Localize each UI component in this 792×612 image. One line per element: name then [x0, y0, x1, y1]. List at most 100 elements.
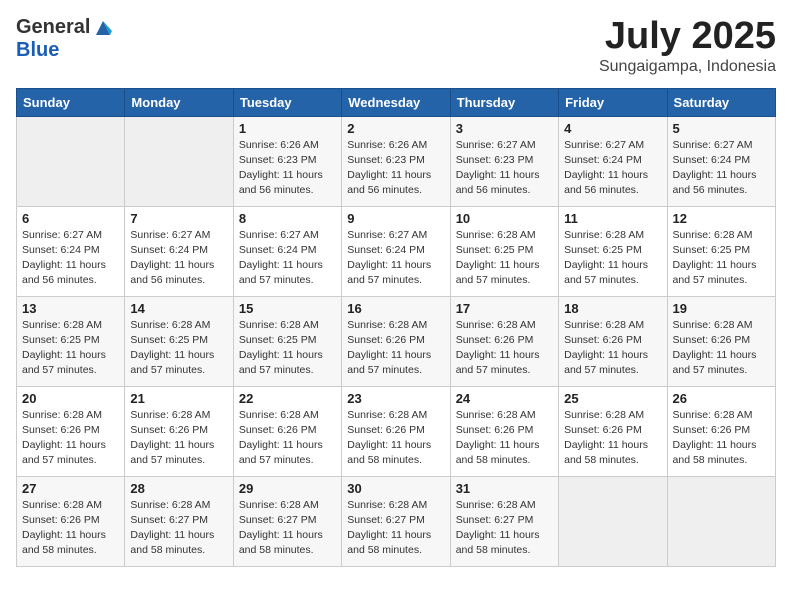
calendar-cell: 26Sunrise: 6:28 AMSunset: 6:26 PMDayligh… — [667, 386, 775, 476]
calendar-cell: 25 Sunrise: 6:28 AMSunset: 6:26 PMDayligh… — [559, 386, 667, 476]
day-number: 14 — [130, 301, 227, 316]
calendar-cell: 31Sunrise: 6:28 AMSunset: 6:27 PMDayligh… — [450, 476, 558, 566]
day-info: Sunrise: 6:27 AMSunset: 6:24 PMDaylight:… — [239, 228, 336, 289]
day-number: 9 — [347, 211, 444, 226]
weekday-header-wednesday: Wednesday — [342, 88, 450, 116]
day-number: 12 — [673, 211, 770, 226]
calendar-cell: 19 Sunrise: 6:28 AMSunset: 6:26 PMDayligh… — [667, 296, 775, 386]
weekday-header-saturday: Saturday — [667, 88, 775, 116]
day-number: 29 — [239, 481, 336, 496]
calendar-cell: 21Sunrise: 6:28 AMSunset: 6:26 PMDayligh… — [125, 386, 233, 476]
calendar-cell: 28 Sunrise: 6:28 AMSunset: 6:27 PMDayligh… — [125, 476, 233, 566]
day-info: Sunrise: 6:28 AMSunset: 6:26 PMDaylight:… — [564, 318, 661, 379]
day-number: 7 — [130, 211, 227, 226]
logo-blue-text: Blue — [16, 39, 59, 61]
day-number: 30 — [347, 481, 444, 496]
day-info: Sunrise: 6:28 AMSunset: 6:26 PMDaylight:… — [22, 498, 119, 559]
calendar-cell: 1Sunrise: 6:26 AMSunset: 6:23 PMDaylight… — [233, 116, 341, 206]
day-info: Sunrise: 6:28 AMSunset: 6:25 PMDaylight:… — [130, 318, 227, 379]
day-info: Sunrise: 6:28 AMSunset: 6:26 PMDaylight:… — [673, 408, 770, 469]
calendar-cell: 11 Sunrise: 6:28 AMSunset: 6:25 PMDayligh… — [559, 206, 667, 296]
day-info: Sunrise: 6:28 AMSunset: 6:26 PMDaylight:… — [456, 318, 553, 379]
month-title: July 2025 — [599, 16, 776, 58]
weekday-header-friday: Friday — [559, 88, 667, 116]
day-number: 19 — [673, 301, 770, 316]
calendar-cell: 29 Sunrise: 6:28 AMSunset: 6:27 PMDayligh… — [233, 476, 341, 566]
day-info: Sunrise: 6:27 AMSunset: 6:24 PMDaylight:… — [673, 138, 770, 199]
calendar-cell: 22Sunrise: 6:28 AMSunset: 6:26 PMDayligh… — [233, 386, 341, 476]
calendar-cell — [667, 476, 775, 566]
calendar-cell: 17 Sunrise: 6:28 AMSunset: 6:26 PMDayligh… — [450, 296, 558, 386]
day-info: Sunrise: 6:28 AMSunset: 6:26 PMDaylight:… — [673, 318, 770, 379]
day-number: 10 — [456, 211, 553, 226]
day-info: Sunrise: 6:27 AMSunset: 6:24 PMDaylight:… — [22, 228, 119, 289]
day-info: Sunrise: 6:27 AMSunset: 6:24 PMDaylight:… — [130, 228, 227, 289]
day-number: 28 — [130, 481, 227, 496]
calendar-cell — [125, 116, 233, 206]
day-info: Sunrise: 6:28 AMSunset: 6:25 PMDaylight:… — [673, 228, 770, 289]
weekday-header-row: SundayMondayTuesdayWednesdayThursdayFrid… — [17, 88, 776, 116]
page-header: General Blue July 2025 Sungaigampa, Indo… — [16, 16, 776, 76]
day-info: Sunrise: 6:28 AMSunset: 6:27 PMDaylight:… — [456, 498, 553, 559]
weekday-header-monday: Monday — [125, 88, 233, 116]
day-info: Sunrise: 6:28 AMSunset: 6:26 PMDaylight:… — [347, 318, 444, 379]
title-block: July 2025 Sungaigampa, Indonesia — [599, 16, 776, 76]
day-info: Sunrise: 6:28 AMSunset: 6:26 PMDaylight:… — [22, 408, 119, 469]
weekday-header-thursday: Thursday — [450, 88, 558, 116]
calendar-cell: 12 Sunrise: 6:28 AMSunset: 6:25 PMDayligh… — [667, 206, 775, 296]
calendar-cell: 8Sunrise: 6:27 AMSunset: 6:24 PMDaylight… — [233, 206, 341, 296]
day-number: 16 — [347, 301, 444, 316]
day-info: Sunrise: 6:28 AMSunset: 6:26 PMDaylight:… — [239, 408, 336, 469]
calendar-cell: 7 Sunrise: 6:27 AMSunset: 6:24 PMDaylight… — [125, 206, 233, 296]
day-number: 24 — [456, 391, 553, 406]
calendar-cell: 4Sunrise: 6:27 AMSunset: 6:24 PMDaylight… — [559, 116, 667, 206]
day-info: Sunrise: 6:28 AMSunset: 6:27 PMDaylight:… — [239, 498, 336, 559]
calendar-cell: 5Sunrise: 6:27 AMSunset: 6:24 PMDaylight… — [667, 116, 775, 206]
day-info: Sunrise: 6:26 AMSunset: 6:23 PMDaylight:… — [239, 138, 336, 199]
day-number: 17 — [456, 301, 553, 316]
calendar-cell: 9 Sunrise: 6:27 AMSunset: 6:24 PMDaylight… — [342, 206, 450, 296]
calendar-cell: 24 Sunrise: 6:28 AMSunset: 6:26 PMDayligh… — [450, 386, 558, 476]
day-number: 27 — [22, 481, 119, 496]
location-title: Sungaigampa, Indonesia — [599, 58, 776, 76]
day-info: Sunrise: 6:28 AMSunset: 6:27 PMDaylight:… — [130, 498, 227, 559]
calendar-cell: 13Sunrise: 6:28 AMSunset: 6:25 PMDayligh… — [17, 296, 125, 386]
week-row-1: 1Sunrise: 6:26 AMSunset: 6:23 PMDaylight… — [17, 116, 776, 206]
weekday-header-sunday: Sunday — [17, 88, 125, 116]
day-number: 3 — [456, 121, 553, 136]
day-info: Sunrise: 6:28 AMSunset: 6:26 PMDaylight:… — [564, 408, 661, 469]
week-row-4: 20Sunrise: 6:28 AMSunset: 6:26 PMDayligh… — [17, 386, 776, 476]
calendar-table: SundayMondayTuesdayWednesdayThursdayFrid… — [16, 88, 776, 567]
calendar-cell: 27 Sunrise: 6:28 AMSunset: 6:26 PMDayligh… — [17, 476, 125, 566]
calendar-cell: 14 Sunrise: 6:28 AMSunset: 6:25 PMDayligh… — [125, 296, 233, 386]
day-info: Sunrise: 6:28 AMSunset: 6:26 PMDaylight:… — [347, 408, 444, 469]
day-info: Sunrise: 6:26 AMSunset: 6:23 PMDaylight:… — [347, 138, 444, 199]
calendar-cell: 20Sunrise: 6:28 AMSunset: 6:26 PMDayligh… — [17, 386, 125, 476]
day-number: 6 — [22, 211, 119, 226]
calendar-cell: 30 Sunrise: 6:28 AMSunset: 6:27 PMDayligh… — [342, 476, 450, 566]
day-number: 15 — [239, 301, 336, 316]
day-number: 2 — [347, 121, 444, 136]
week-row-2: 6 Sunrise: 6:27 AMSunset: 6:24 PMDaylight… — [17, 206, 776, 296]
week-row-5: 27 Sunrise: 6:28 AMSunset: 6:26 PMDayligh… — [17, 476, 776, 566]
week-row-3: 13Sunrise: 6:28 AMSunset: 6:25 PMDayligh… — [17, 296, 776, 386]
calendar-cell: 2 Sunrise: 6:26 AMSunset: 6:23 PMDaylight… — [342, 116, 450, 206]
day-info: Sunrise: 6:27 AMSunset: 6:24 PMDaylight:… — [347, 228, 444, 289]
day-info: Sunrise: 6:28 AMSunset: 6:27 PMDaylight:… — [347, 498, 444, 559]
logo: General Blue — [16, 16, 114, 62]
calendar-cell: 23 Sunrise: 6:28 AMSunset: 6:26 PMDayligh… — [342, 386, 450, 476]
calendar-cell: 3 Sunrise: 6:27 AMSunset: 6:23 PMDaylight… — [450, 116, 558, 206]
calendar-cell: 6 Sunrise: 6:27 AMSunset: 6:24 PMDaylight… — [17, 206, 125, 296]
calendar-cell: 16 Sunrise: 6:28 AMSunset: 6:26 PMDayligh… — [342, 296, 450, 386]
day-number: 11 — [564, 211, 661, 226]
day-number: 23 — [347, 391, 444, 406]
day-info: Sunrise: 6:28 AMSunset: 6:25 PMDaylight:… — [22, 318, 119, 379]
day-info: Sunrise: 6:28 AMSunset: 6:26 PMDaylight:… — [456, 408, 553, 469]
logo-general-text: General — [16, 16, 90, 39]
day-info: Sunrise: 6:27 AMSunset: 6:24 PMDaylight:… — [564, 138, 661, 199]
day-number: 25 — [564, 391, 661, 406]
day-info: Sunrise: 6:28 AMSunset: 6:25 PMDaylight:… — [564, 228, 661, 289]
day-info: Sunrise: 6:28 AMSunset: 6:26 PMDaylight:… — [130, 408, 227, 469]
day-info: Sunrise: 6:27 AMSunset: 6:23 PMDaylight:… — [456, 138, 553, 199]
calendar-cell: 18Sunrise: 6:28 AMSunset: 6:26 PMDayligh… — [559, 296, 667, 386]
